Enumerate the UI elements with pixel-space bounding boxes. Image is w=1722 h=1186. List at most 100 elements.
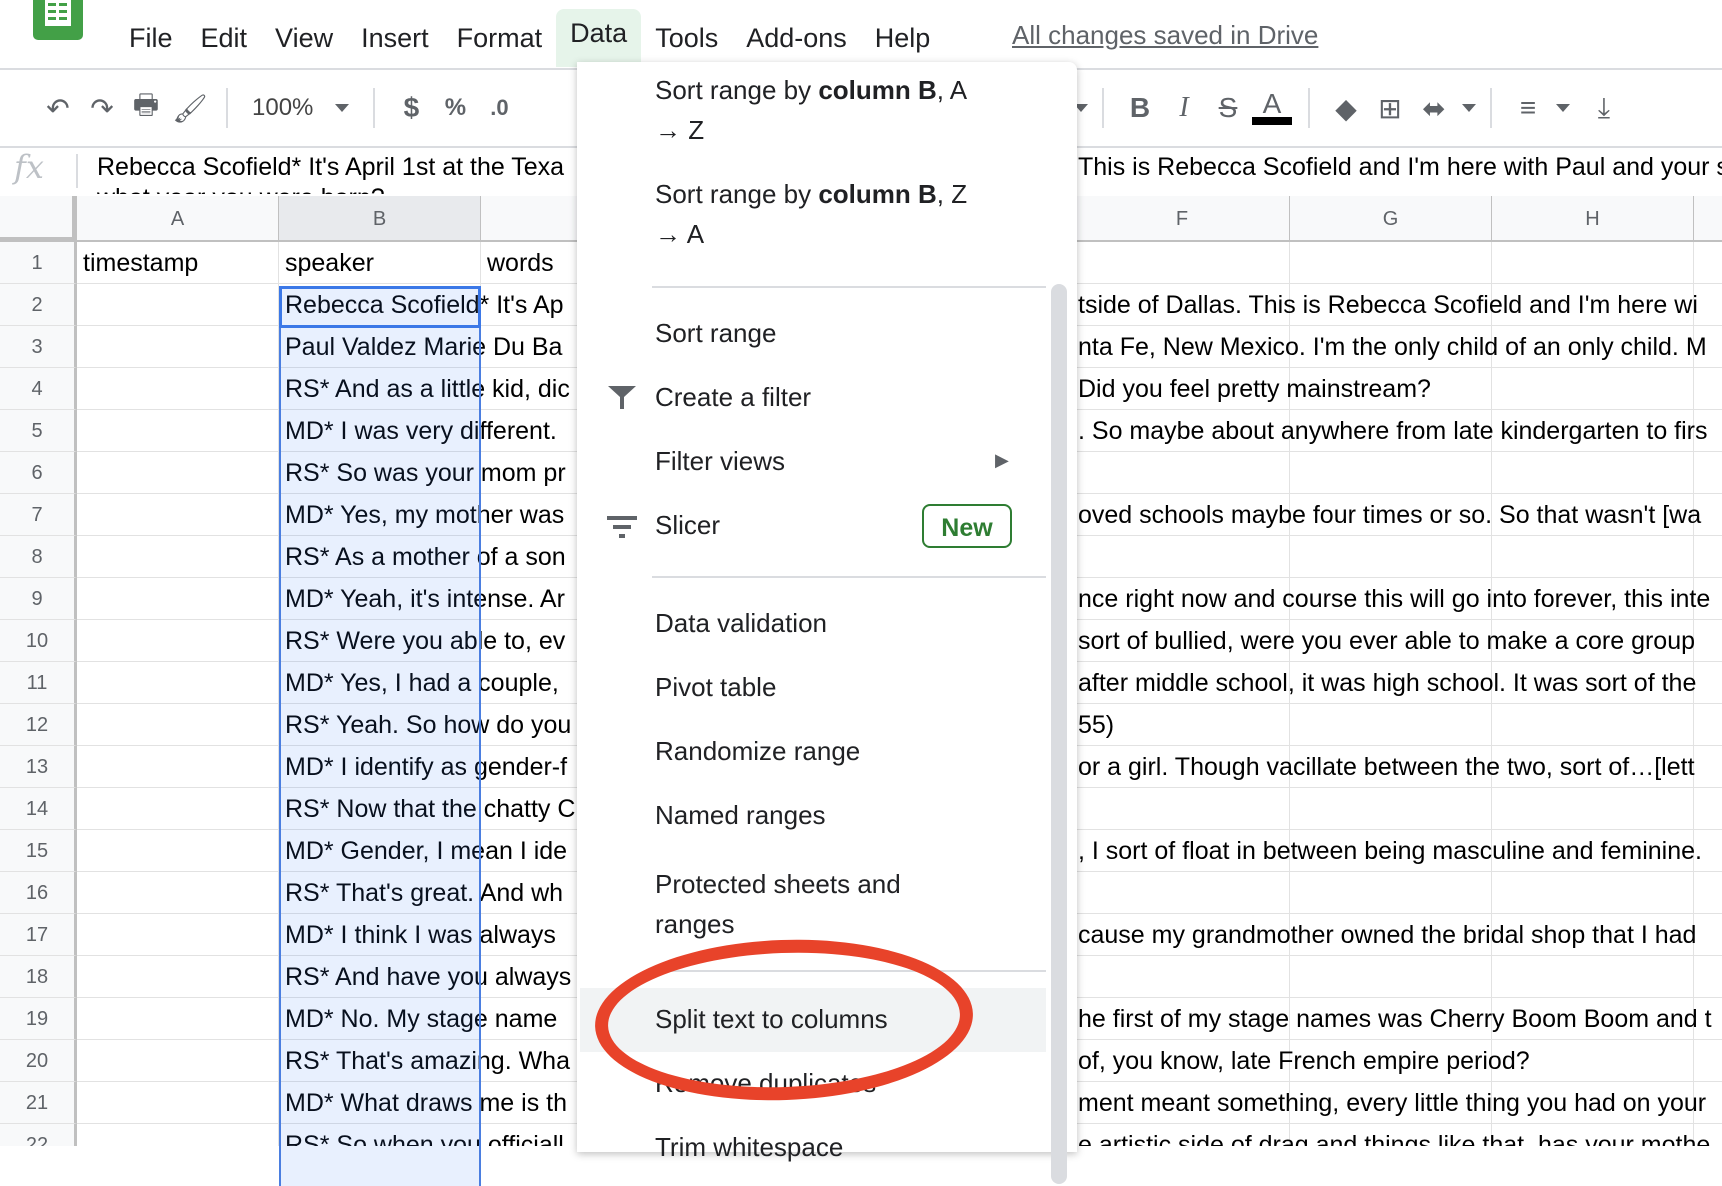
column-header-b[interactable]: B xyxy=(279,196,481,242)
zoom-select[interactable]: 100% xyxy=(242,94,359,122)
menu-tools[interactable]: Tools xyxy=(641,14,732,62)
menu-item-trim-whitespace[interactable]: Trim whitespace xyxy=(655,1132,843,1163)
menu-scrollbar[interactable] xyxy=(1051,284,1067,1184)
formula-input[interactable]: Rebecca Scofield* It's April 1st at the … xyxy=(97,153,564,182)
column-header-i[interactable] xyxy=(1694,196,1722,242)
paint-format-icon[interactable]: 🖌 xyxy=(168,86,212,130)
currency-format-button[interactable]: $ xyxy=(389,86,433,130)
column-header-h[interactable]: H xyxy=(1492,196,1694,242)
strikethrough-icon[interactable]: S xyxy=(1206,86,1250,130)
menu-item-randomize-range[interactable]: Randomize range xyxy=(655,736,860,767)
cell[interactable] xyxy=(1694,452,1722,494)
menu-addons[interactable]: Add-ons xyxy=(732,14,861,62)
cell[interactable] xyxy=(77,326,279,368)
cell[interactable] xyxy=(77,284,279,326)
cell[interactable] xyxy=(1492,536,1694,578)
italic-icon[interactable]: I xyxy=(1162,86,1206,130)
row-header[interactable]: 2 xyxy=(0,284,77,326)
row-header[interactable]: 11 xyxy=(0,662,77,704)
cell[interactable] xyxy=(1492,788,1694,830)
cell[interactable] xyxy=(77,956,279,998)
menu-file[interactable]: File xyxy=(115,14,187,62)
cell[interactable] xyxy=(77,452,279,494)
cell[interactable] xyxy=(1290,452,1492,494)
chevron-down-icon[interactable] xyxy=(1462,104,1476,112)
row-header[interactable]: 4 xyxy=(0,368,77,410)
cell[interactable] xyxy=(77,998,279,1040)
menu-data[interactable]: Data xyxy=(556,9,642,67)
cell[interactable] xyxy=(77,830,279,872)
row-header[interactable]: 7 xyxy=(0,494,77,536)
cell[interactable] xyxy=(1694,746,1722,788)
formula-input-right[interactable]: This is Rebecca Scofield and I'm here wi… xyxy=(1078,153,1722,182)
cell[interactable] xyxy=(1492,242,1694,284)
cell[interactable] xyxy=(77,746,279,788)
cell[interactable] xyxy=(1694,242,1722,284)
cell[interactable] xyxy=(1075,872,1290,914)
row-header[interactable]: 22 xyxy=(0,1124,77,1146)
cell[interactable] xyxy=(1694,872,1722,914)
merge-cells-icon[interactable]: ⬌ xyxy=(1412,86,1456,130)
cell[interactable] xyxy=(77,1082,279,1124)
cell[interactable] xyxy=(1694,914,1722,956)
cell[interactable] xyxy=(1694,368,1722,410)
row-header[interactable]: 16 xyxy=(0,872,77,914)
menu-view[interactable]: View xyxy=(261,14,347,62)
cell[interactable] xyxy=(1290,242,1492,284)
cell[interactable] xyxy=(1492,452,1694,494)
percent-format-button[interactable]: % xyxy=(433,86,477,130)
cell[interactable] xyxy=(1694,620,1722,662)
select-all-corner[interactable] xyxy=(0,196,77,242)
fill-color-icon[interactable]: ◆ xyxy=(1324,86,1368,130)
cell[interactable] xyxy=(1694,956,1722,998)
row-header[interactable]: 12 xyxy=(0,704,77,746)
cell[interactable] xyxy=(1694,284,1722,326)
menu-item-slicer[interactable]: Slicer xyxy=(655,510,720,541)
menu-item-protected-sheets[interactable]: Protected sheets and ranges xyxy=(655,864,901,944)
active-cell-b2[interactable] xyxy=(279,286,481,328)
menu-item-sort-za[interactable]: Sort range by column B, Z → A xyxy=(655,174,967,254)
cell[interactable] xyxy=(77,914,279,956)
cell[interactable] xyxy=(1492,368,1694,410)
cell[interactable] xyxy=(1290,872,1492,914)
cell[interactable] xyxy=(77,788,279,830)
print-icon[interactable]: 🖶 xyxy=(124,86,168,130)
cell[interactable] xyxy=(77,620,279,662)
row-header[interactable]: 17 xyxy=(0,914,77,956)
menu-item-data-validation[interactable]: Data validation xyxy=(655,608,827,639)
column-header-f[interactable]: F xyxy=(1075,196,1290,242)
row-header[interactable]: 13 xyxy=(0,746,77,788)
cell[interactable] xyxy=(77,536,279,578)
cell[interactable] xyxy=(1075,242,1290,284)
menu-edit[interactable]: Edit xyxy=(187,14,262,62)
redo-icon[interactable]: ↷ xyxy=(80,86,124,130)
sheets-logo[interactable] xyxy=(33,0,83,40)
cell[interactable] xyxy=(1290,788,1492,830)
cell[interactable] xyxy=(1075,788,1290,830)
menu-item-pivot-table[interactable]: Pivot table xyxy=(655,672,776,703)
row-header[interactable]: 3 xyxy=(0,326,77,368)
cell[interactable] xyxy=(1290,536,1492,578)
bold-icon[interactable]: B xyxy=(1118,86,1162,130)
save-status-link[interactable]: All changes saved in Drive xyxy=(1012,20,1318,51)
decrease-decimal-button[interactable]: .0 xyxy=(477,86,521,130)
cell[interactable] xyxy=(1075,452,1290,494)
row-header[interactable]: 5 xyxy=(0,410,77,452)
cell[interactable] xyxy=(1492,872,1694,914)
cell[interactable] xyxy=(77,1124,279,1146)
chevron-down-icon[interactable] xyxy=(1556,104,1570,112)
row-header[interactable]: 15 xyxy=(0,830,77,872)
cell[interactable] xyxy=(77,872,279,914)
row-header[interactable]: 8 xyxy=(0,536,77,578)
menu-help[interactable]: Help xyxy=(861,14,945,62)
undo-icon[interactable]: ↶ xyxy=(36,86,80,130)
cell[interactable] xyxy=(1492,704,1694,746)
row-header[interactable]: 6 xyxy=(0,452,77,494)
cell[interactable] xyxy=(77,704,279,746)
menu-item-sort-az[interactable]: Sort range by column B, A → Z xyxy=(655,70,967,150)
cell[interactable] xyxy=(1694,1040,1722,1082)
vertical-align-icon[interactable]: ⤓ xyxy=(1582,86,1626,130)
row-header[interactable]: 18 xyxy=(0,956,77,998)
menu-item-sort-range[interactable]: Sort range xyxy=(655,318,776,349)
cell[interactable] xyxy=(1075,536,1290,578)
